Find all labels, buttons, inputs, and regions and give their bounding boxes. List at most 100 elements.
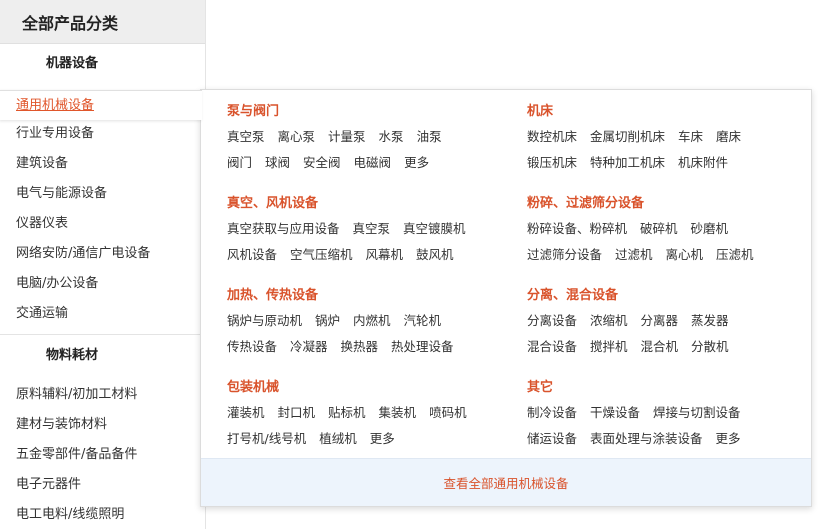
subcategory-link[interactable]: 植绒机 <box>319 427 357 451</box>
more-link[interactable]: 更多 <box>404 151 429 175</box>
subcategory-link[interactable]: 过滤筛分设备 <box>527 243 602 267</box>
more-link[interactable]: 更多 <box>716 427 741 451</box>
subcategory-link[interactable]: 真空泵 <box>353 217 391 241</box>
subcategory-link[interactable]: 计量泵 <box>328 125 366 149</box>
subcategory-link[interactable]: 破碎机 <box>640 217 678 241</box>
subcategory-link[interactable]: 打号机/线号机 <box>227 427 306 451</box>
sidebar-item-instruments[interactable]: 仪器仪表 <box>0 209 206 239</box>
sidebar-item-raw-materials[interactable]: 原料辅料/初加工材料 <box>0 380 206 410</box>
section-title[interactable]: 其它 <box>527 377 754 399</box>
subcategory-link[interactable]: 数控机床 <box>527 125 577 149</box>
subcategory-link[interactable]: 集装机 <box>379 401 417 425</box>
sidebar-header: 全部产品分类 <box>0 0 205 44</box>
subcategory-link[interactable]: 混合机 <box>641 335 679 359</box>
subcategory-link[interactable]: 冷凝器 <box>290 335 328 359</box>
sidebar-item-transportation[interactable]: 交通运输 <box>0 299 206 329</box>
sidebar-item-electronic-components[interactable]: 电子元器件 <box>0 470 206 500</box>
subcategory-link[interactable]: 内燃机 <box>353 309 391 333</box>
subcategory-link[interactable]: 焊接与切割设备 <box>653 401 741 425</box>
subcategory-link[interactable]: 车床 <box>678 125 703 149</box>
subcategory-link[interactable]: 分离设备 <box>527 309 577 333</box>
section-title[interactable]: 真空、风机设备 <box>227 193 479 215</box>
section-title[interactable]: 泵与阀门 <box>227 101 455 123</box>
section-vacuum-fans: 真空、风机设备 真空获取与应用设备 真空泵 真空镀膜机 风机设备 空气压缩机 风幕机 鼓风… <box>227 193 479 267</box>
subcategory-link[interactable]: 离心泵 <box>278 125 316 149</box>
subcategory-link[interactable]: 油泵 <box>417 125 442 149</box>
subcategory-link[interactable]: 混合设备 <box>527 335 577 359</box>
subcategory-link[interactable]: 风幕机 <box>366 243 404 267</box>
section-machine-tools: 机床 数控机床 金属切削机床 车床 磨床 锻压机床 特种加工机床 机床附件 <box>527 101 754 175</box>
links-row: 锅炉与原动机 锅炉 内燃机 汽轮机 <box>227 309 467 333</box>
subcategory-link[interactable]: 喷码机 <box>429 401 467 425</box>
subcategory-link[interactable]: 换热器 <box>341 335 379 359</box>
section-title[interactable]: 包装机械 <box>227 377 480 399</box>
subcategory-link[interactable]: 机床附件 <box>678 151 728 175</box>
subcategory-link[interactable]: 封口机 <box>278 401 316 425</box>
links-row: 制冷设备 干燥设备 焊接与切割设备 <box>527 401 754 425</box>
subcategory-link[interactable]: 制冷设备 <box>527 401 577 425</box>
links-row: 数控机床 金属切削机床 车床 磨床 <box>527 125 754 149</box>
subcategory-link[interactable]: 风机设备 <box>227 243 277 267</box>
sidebar-item-general-machinery[interactable]: 通用机械设备 <box>0 90 202 120</box>
links-row: 储运设备 表面处理与涂装设备 更多 <box>527 427 754 451</box>
sidebar-item-computer-office[interactable]: 电脑/办公设备 <box>0 269 206 299</box>
links-row: 分离设备 浓缩机 分离器 蒸发器 <box>527 309 742 333</box>
subcategory-link[interactable]: 锻压机床 <box>527 151 577 175</box>
links-row: 真空泵 离心泵 计量泵 水泵 油泵 <box>227 125 455 149</box>
sidebar-item-hardware-parts[interactable]: 五金零部件/备品备件 <box>0 440 206 470</box>
subcategory-link[interactable]: 搅拌机 <box>590 335 628 359</box>
subcategory-link[interactable]: 离心机 <box>666 243 704 267</box>
section-title[interactable]: 粉碎、过滤筛分设备 <box>527 193 767 215</box>
subcategory-link[interactable]: 粉碎设备、粉碎机 <box>527 217 627 241</box>
links-row: 过滤筛分设备 过滤机 离心机 压滤机 <box>527 243 767 267</box>
subcategory-link[interactable]: 汽轮机 <box>404 309 442 333</box>
subcategory-link[interactable]: 球阀 <box>265 151 290 175</box>
sidebar-item-electrical-energy[interactable]: 电气与能源设备 <box>0 179 206 209</box>
section-title[interactable]: 机床 <box>527 101 754 123</box>
subcategory-link[interactable]: 储运设备 <box>527 427 577 451</box>
subcategory-link[interactable]: 蒸发器 <box>691 309 729 333</box>
category-flyout-panel: 泵与阀门 真空泵 离心泵 计量泵 水泵 油泵 阀门 球阀 安全阀 电磁阀 更多 机床 数控机床金… <box>200 89 812 507</box>
subcategory-link[interactable]: 砂磨机 <box>691 217 729 241</box>
section-title[interactable]: 分离、混合设备 <box>527 285 742 307</box>
subcategory-link[interactable]: 磨床 <box>716 125 741 149</box>
subcategory-link[interactable]: 金属切削机床 <box>590 125 665 149</box>
section-pumps-valves: 泵与阀门 真空泵 离心泵 计量泵 水泵 油泵 阀门 球阀 安全阀 电磁阀 更多 <box>227 101 455 175</box>
subcategory-link[interactable]: 水泵 <box>379 125 404 149</box>
links-row: 灌装机 封口机 贴标机 集装机 喷码机 <box>227 401 480 425</box>
more-link[interactable]: 更多 <box>370 427 395 451</box>
subcategory-link[interactable]: 锅炉 <box>315 309 340 333</box>
sidebar-item-network-security[interactable]: 网络安防/通信广电设备 <box>0 239 206 269</box>
subcategory-link[interactable]: 安全阀 <box>303 151 341 175</box>
subcategory-link[interactable]: 特种加工机床 <box>590 151 665 175</box>
subcategory-link[interactable]: 热处理设备 <box>391 335 454 359</box>
subcategory-link[interactable]: 锅炉与原动机 <box>227 309 302 333</box>
subcategory-link[interactable]: 贴标机 <box>328 401 366 425</box>
subcategory-link[interactable]: 表面处理与涂装设备 <box>590 427 703 451</box>
subcategory-link[interactable]: 分离器 <box>641 309 679 333</box>
category-sidebar: 全部产品分类 机器设备 通用机械设备 行业专用设备 建筑设备 电气与能源设备 仪… <box>0 0 206 529</box>
subcategory-link[interactable]: 真空泵 <box>227 125 265 149</box>
sidebar-item-construction-equipment[interactable]: 建筑设备 <box>0 149 206 179</box>
subcategory-link[interactable]: 灌装机 <box>227 401 265 425</box>
subcategory-link[interactable]: 空气压缩机 <box>290 243 353 267</box>
subcategory-link[interactable]: 压滤机 <box>716 243 754 267</box>
subcategory-link[interactable]: 电磁阀 <box>354 151 392 175</box>
subcategory-link[interactable]: 阀门 <box>227 151 252 175</box>
section-title[interactable]: 加热、传热设备 <box>227 285 467 307</box>
subcategory-link[interactable]: 干燥设备 <box>590 401 640 425</box>
subcategory-link[interactable]: 浓缩机 <box>590 309 628 333</box>
subcategory-link[interactable]: 真空获取与应用设备 <box>227 217 340 241</box>
links-row: 阀门 球阀 安全阀 电磁阀 更多 <box>227 151 455 175</box>
subcategory-link[interactable]: 传热设备 <box>227 335 277 359</box>
subcategory-link[interactable]: 过滤机 <box>615 243 653 267</box>
links-row: 打号机/线号机 植绒机 更多 <box>227 427 480 451</box>
subcategory-link[interactable]: 分散机 <box>691 335 729 359</box>
subcategory-link[interactable]: 真空镀膜机 <box>403 217 466 241</box>
section-others: 其它 制冷设备 干燥设备 焊接与切割设备 储运设备 表面处理与涂装设备 更多 <box>527 377 754 451</box>
sidebar-item-electrical-cables[interactable]: 电工电料/线缆照明 <box>0 500 206 529</box>
subcategory-link[interactable]: 鼓风机 <box>416 243 454 267</box>
sidebar-item-building-materials[interactable]: 建材与装饰材料 <box>0 410 206 440</box>
view-all-link[interactable]: 查看全部通用机械设备 <box>443 473 568 492</box>
sidebar-item-industry-equipment[interactable]: 行业专用设备 <box>0 119 206 149</box>
